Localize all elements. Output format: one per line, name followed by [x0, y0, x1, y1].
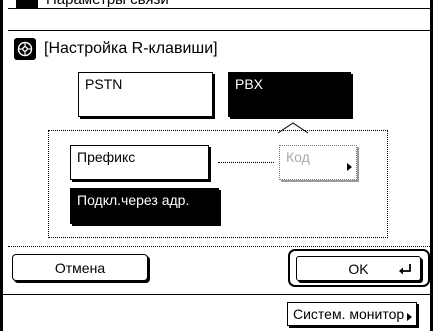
settings-icon	[14, 38, 36, 60]
chevron-right-icon	[407, 313, 412, 321]
address-connect-button-label: Подкл.через адр.	[77, 192, 190, 208]
footer-rule	[3, 294, 430, 295]
cancel-button[interactable]: Отмена	[12, 254, 148, 281]
code-button-label: Код	[286, 149, 310, 165]
ok-button-label: OK	[348, 260, 369, 277]
action-area-divider	[8, 246, 430, 247]
system-monitor-button[interactable]: Систем. монитор	[287, 302, 417, 326]
ok-button[interactable]: OK	[296, 256, 421, 281]
prefix-button[interactable]: Префикс	[70, 145, 209, 180]
prefix-code-connector	[218, 162, 274, 163]
system-monitor-label: Систем. монитор	[293, 306, 405, 322]
code-button[interactable]: Код	[279, 145, 357, 180]
chevron-right-icon	[347, 163, 352, 171]
dialog-title-row: [Настройка R-клавиши]	[8, 37, 218, 61]
enter-icon	[399, 264, 411, 275]
background-header-rule	[8, 8, 430, 9]
cancel-button-label: Отмена	[54, 259, 106, 276]
address-connect-button[interactable]: Подкл.через адр.	[70, 188, 219, 224]
pbx-button[interactable]: PBX	[228, 72, 351, 117]
dialog-title: [Настройка R-клавиши]	[44, 40, 218, 57]
background-window-icon	[16, 0, 38, 8]
pbx-button-label: PBX	[235, 76, 264, 92]
pstn-button[interactable]: PSTN	[78, 72, 213, 117]
prefix-button-label: Префикс	[77, 149, 136, 165]
background-window-title: Параметры связи	[46, 0, 169, 8]
pstn-button-label: PSTN	[85, 76, 123, 92]
background-window-header: Параметры связи	[8, 0, 428, 8]
